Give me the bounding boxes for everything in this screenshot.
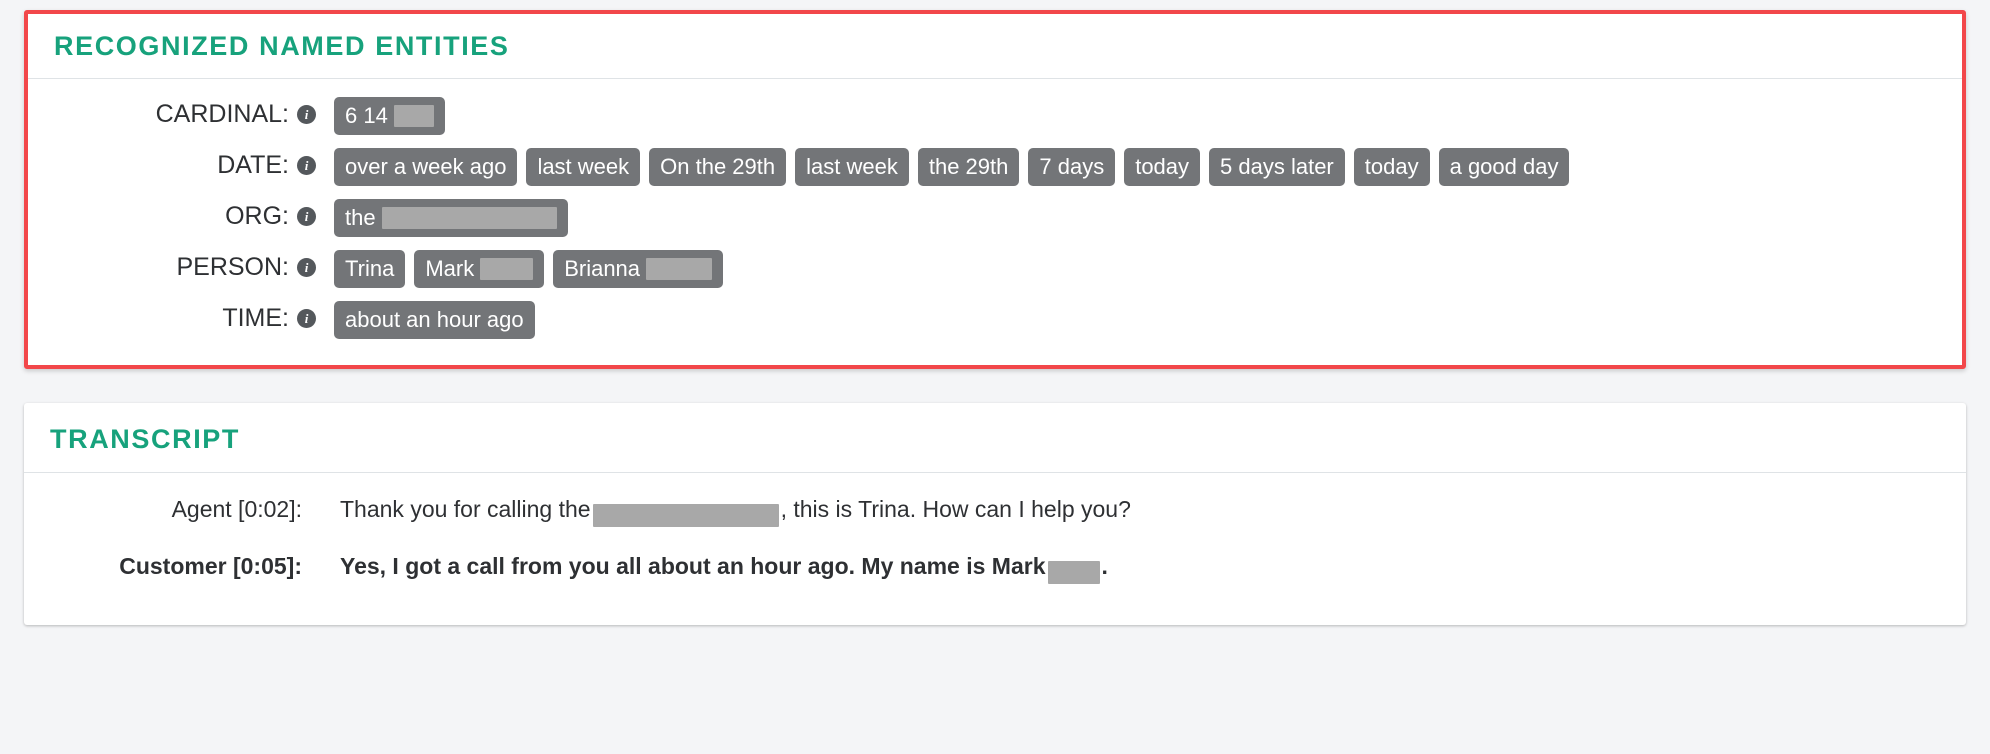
entity-label-cell: ORG: i: [54, 199, 316, 229]
entity-chip-label: today: [1364, 153, 1419, 179]
transcript-turn-clipped: [50, 609, 1940, 615]
page-container: RECOGNIZED NAMED ENTITIES CARDINAL: i 6 14…: [0, 0, 1990, 754]
entity-label-cell: TIME: i: [54, 301, 316, 331]
info-icon[interactable]: i: [297, 155, 316, 175]
entity-chip[interactable]: last week: [795, 147, 909, 186]
page-title: RECOGNIZED NAMED ENTITIES: [54, 31, 510, 61]
entity-chip[interactable]: 6 14: [334, 96, 445, 135]
info-icon[interactable]: i: [297, 308, 316, 328]
entity-chip[interactable]: Brianna: [553, 249, 724, 288]
entity-row: DATE: i over a week ago last week On the 29t…: [54, 147, 1936, 186]
entity-chip-label: last week: [806, 153, 898, 179]
entity-chip-label: On the 29th: [660, 153, 776, 179]
transcript-utterance: Thank you for calling the , this is Trina…: [302, 495, 1131, 527]
utterance-text-before: Yes, I got a call from you all about an …: [340, 553, 1046, 580]
entity-chip[interactable]: the: [334, 198, 568, 237]
entity-chip-group: Trina Mark Brianna: [316, 249, 724, 288]
entity-chip-label: Trina: [345, 255, 395, 281]
entity-chip-label: 7 days: [1039, 153, 1105, 179]
entity-type-label: PERSON:: [176, 252, 289, 281]
entity-chip-label: about an hour ago: [345, 306, 524, 332]
transcript-panel: TRANSCRIPT Agent [0:02]: Thank you for ca…: [24, 402, 1966, 625]
entity-type-label: ORG:: [225, 201, 289, 230]
redaction-block: [592, 503, 779, 527]
entity-chip-label: the 29th: [928, 153, 1009, 179]
entity-chip-label: over a week ago: [345, 153, 507, 179]
utterance-text-before: Thank you for calling the: [340, 496, 591, 523]
entity-label-cell: DATE: i: [54, 148, 316, 178]
entities-list: CARDINAL: i 6 14 DATE: i over a week ago last …: [28, 79, 1962, 365]
info-icon[interactable]: i: [297, 257, 316, 277]
entity-chip[interactable]: 7 days: [1028, 147, 1116, 186]
redaction-block: [646, 257, 713, 280]
entity-chip-label: 6 14: [345, 102, 388, 128]
entity-chip-label: Mark: [425, 255, 475, 281]
entity-chip[interactable]: Mark: [414, 249, 545, 288]
entity-row: CARDINAL: i 6 14: [54, 96, 1936, 135]
entity-row: TIME: i about an hour ago: [54, 300, 1936, 339]
entity-type-label: TIME:: [222, 303, 289, 332]
entity-chip[interactable]: On the 29th: [649, 147, 787, 186]
entity-label-cell: PERSON: i: [54, 250, 316, 280]
entity-chip-label: today: [1135, 153, 1190, 179]
utterance-text-after: , this is Trina. How can I help you?: [780, 496, 1131, 523]
entity-chip-label: the: [345, 204, 376, 230]
entity-chip[interactable]: last week: [526, 147, 641, 186]
redaction-block: [1047, 560, 1100, 584]
transcript-speaker-label: Customer [0:05]:: [119, 553, 302, 580]
entity-chip[interactable]: about an hour ago: [334, 300, 535, 339]
entity-chip-label: Brianna: [564, 255, 641, 281]
entity-chip[interactable]: 5 days later: [1209, 147, 1345, 186]
info-icon[interactable]: i: [297, 206, 316, 226]
entity-chip-label: 5 days later: [1220, 153, 1334, 179]
entity-chip[interactable]: today: [1124, 147, 1201, 186]
entity-chip-group: 6 14: [316, 96, 445, 135]
transcript-list: Agent [0:02]: Thank you for calling the , …: [24, 473, 1966, 625]
redaction-block: [393, 104, 434, 127]
info-icon[interactable]: i: [297, 104, 316, 124]
entity-chip-group: the: [316, 198, 568, 237]
redaction-block: [381, 206, 557, 229]
entity-chip[interactable]: Trina: [334, 249, 406, 288]
entity-type-label: DATE:: [217, 150, 289, 179]
entity-chip[interactable]: a good day: [1438, 147, 1570, 186]
transcript-panel-header: TRANSCRIPT: [24, 403, 1966, 474]
transcript-title: TRANSCRIPT: [50, 423, 240, 454]
entity-chip[interactable]: over a week ago: [334, 147, 518, 186]
transcript-turn: Customer [0:05]: Yes, I got a call from y…: [50, 552, 1940, 584]
entity-chip-group: about an hour ago: [316, 300, 535, 339]
entity-label-cell: CARDINAL: i: [54, 97, 316, 127]
entity-chip[interactable]: the 29th: [917, 147, 1020, 186]
entity-chip-label: last week: [537, 153, 630, 179]
redaction-block: [480, 257, 534, 280]
utterance-text-after: .: [1101, 553, 1108, 580]
entity-row: ORG: i the: [54, 198, 1936, 237]
recognized-named-entities-panel: RECOGNIZED NAMED ENTITIES CARDINAL: i 6 14…: [24, 10, 1966, 369]
entity-row: PERSON: i Trina Mark Brianna: [54, 249, 1936, 288]
entities-panel-header: RECOGNIZED NAMED ENTITIES: [28, 14, 1962, 79]
entity-chip-group: over a week ago last week On the 29th last …: [316, 147, 1570, 186]
transcript-speaker-label: Agent [0:02]:: [171, 496, 302, 523]
transcript-utterance: Yes, I got a call from you all about an …: [302, 552, 1108, 584]
entity-chip-label: a good day: [1449, 153, 1559, 179]
transcript-turn: Agent [0:02]: Thank you for calling the , …: [50, 495, 1940, 527]
entity-type-label: CARDINAL:: [155, 99, 289, 128]
entity-chip[interactable]: today: [1353, 147, 1430, 186]
